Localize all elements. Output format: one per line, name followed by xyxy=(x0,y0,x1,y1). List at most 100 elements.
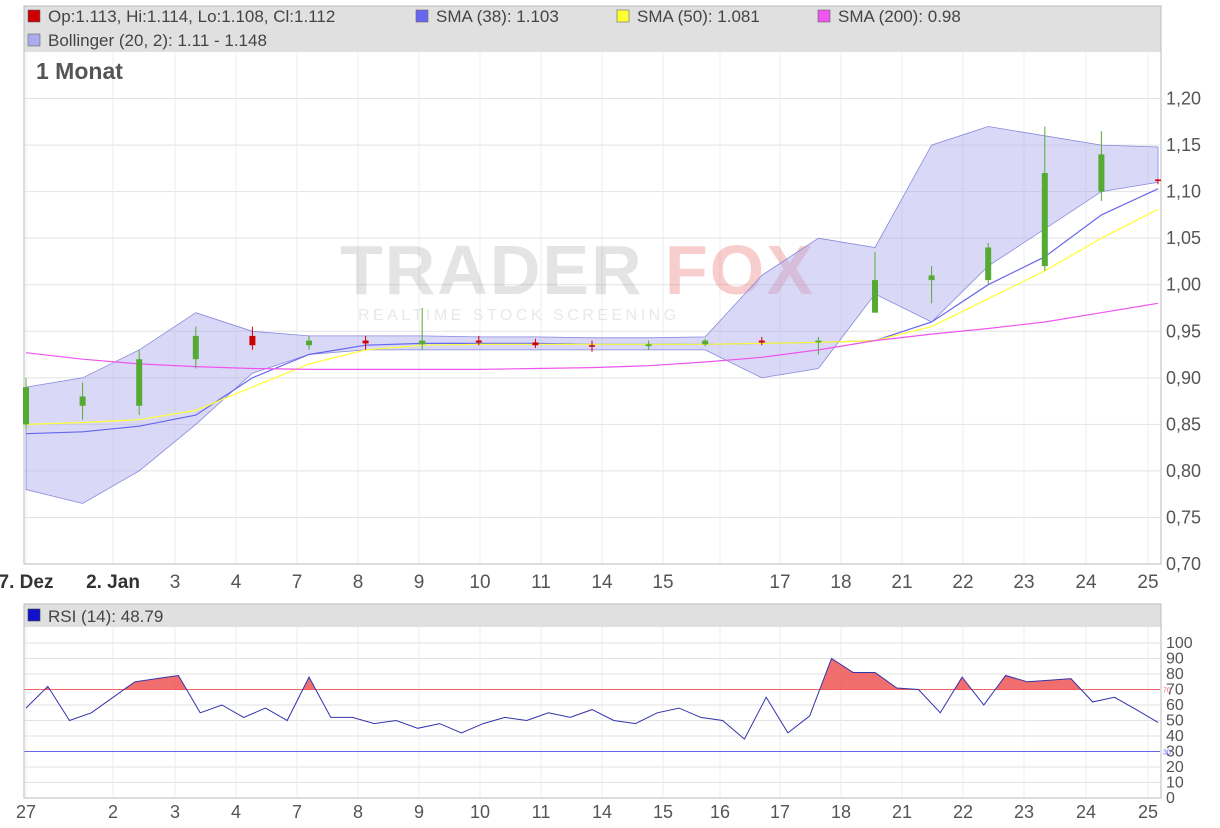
sma38-legend-text: SMA (38): 1.103 xyxy=(436,7,559,26)
date-tick-label: 7. Dez xyxy=(0,572,53,593)
date-tick-label: 11 xyxy=(531,572,551,593)
candle-body xyxy=(306,340,312,346)
price-tick-label: 1,15 xyxy=(1166,135,1201,155)
date-tick-label: 17 xyxy=(769,572,790,593)
sma38-legend-swatch xyxy=(415,9,429,23)
rsi-date-tick-label: 4 xyxy=(231,802,241,822)
candle-body xyxy=(985,247,992,281)
candle-body xyxy=(532,342,539,346)
rsi-tick-label: 50 xyxy=(1166,713,1184,730)
rsi-date-tick-label: 9 xyxy=(414,802,424,822)
candle-body xyxy=(23,387,29,425)
candle-body xyxy=(419,340,426,345)
rsi-date-tick-label: 16 xyxy=(710,802,730,822)
price-tick-label: 1,05 xyxy=(1166,228,1201,248)
candle-body xyxy=(475,340,482,343)
date-tick-label: 24 xyxy=(1075,572,1097,593)
candle-body xyxy=(136,359,143,406)
rsi-tick-label: 0 xyxy=(1166,790,1175,807)
rsi-tick-label: 10 xyxy=(1166,775,1184,792)
rsi-panel: RSI (14): 48.79 010203040506070809010070… xyxy=(16,603,1193,822)
rsi-axis: 01020304050607080901007030 xyxy=(1163,635,1193,807)
date-tick-label: 22 xyxy=(952,572,973,593)
candle-body xyxy=(702,340,709,345)
candle-body xyxy=(192,335,199,360)
rsi-date-tick-label: 15 xyxy=(653,802,673,822)
watermark-tagline: REALTIME STOCK SCREENING xyxy=(358,307,680,324)
date-tick-label: 18 xyxy=(830,572,851,593)
date-tick-label: 10 xyxy=(469,572,490,593)
ohlc-legend-swatch xyxy=(27,9,41,23)
candle-body xyxy=(79,396,86,406)
price-tick-label: 0,90 xyxy=(1166,368,1201,388)
rsi-tick-label: 20 xyxy=(1166,759,1184,776)
sma50-legend-text: SMA (50): 1.081 xyxy=(637,7,760,26)
rsi-date-tick-label: 10 xyxy=(470,802,490,822)
rsi-date-tick-label: 18 xyxy=(831,802,851,822)
date-tick-label: 25 xyxy=(1137,572,1158,593)
rsi-date-tick-label: 21 xyxy=(892,802,912,822)
price-tick-label: 0,95 xyxy=(1166,321,1201,341)
price-tick-label: 1,20 xyxy=(1166,89,1201,109)
candle-body xyxy=(249,335,256,346)
candle-body xyxy=(589,345,595,347)
rsi-date-tick-label: 27 xyxy=(16,802,36,822)
date-tick-label: 21 xyxy=(891,572,912,593)
rsi-plot-border xyxy=(23,603,1162,799)
price-tick-label: 0,85 xyxy=(1166,414,1201,434)
date-tick-label: 4 xyxy=(231,572,242,593)
rsi-grid xyxy=(24,627,1160,799)
candle-body xyxy=(645,344,652,347)
rsi-tick-label: 60 xyxy=(1166,697,1184,714)
rsi-legend-background xyxy=(24,604,1161,627)
sma200-legend-text: SMA (200): 0.98 xyxy=(838,7,961,26)
rsi-date-tick-label: 2 xyxy=(108,802,118,822)
rsi-date-tick-label: 24 xyxy=(1076,802,1096,822)
rsi-line xyxy=(25,657,1159,740)
date-tick-label: 9 xyxy=(414,572,425,593)
candle-body xyxy=(815,340,822,343)
date-axis-main: 7. Dez 2. Jan 3 4 7 8 9 10 11 14 15 17 18 21 22 23 24 25 xyxy=(0,572,1159,593)
candle-body xyxy=(362,340,369,344)
price-tick-label: 1,10 xyxy=(1166,182,1201,202)
rsi-tick-label: 90 xyxy=(1166,651,1184,668)
main-panel: Op:1.113, Hi:1.114, Lo:1.108, Cl:1.112 S… xyxy=(0,5,1201,593)
candle-body xyxy=(872,280,878,313)
rsi-date-tick-label: 11 xyxy=(532,802,551,822)
candle-body xyxy=(928,275,935,281)
rsi-date-tick-label: 17 xyxy=(770,802,790,822)
ohlc-legend-text: Op:1.113, Hi:1.114, Lo:1.108, Cl:1.112 xyxy=(48,7,335,26)
date-tick-label: 23 xyxy=(1013,572,1034,593)
price-tick-label: 1,00 xyxy=(1166,275,1201,295)
rsi-series-line xyxy=(25,657,1159,740)
sma200-legend-swatch xyxy=(817,9,831,23)
period-label: 1 Monat xyxy=(36,58,123,84)
rsi-tick-label: 40 xyxy=(1166,728,1184,745)
date-tick-label: 3 xyxy=(170,572,181,593)
date-axis-rsi: 27 2 3 4 7 8 9 10 11 14 15 16 17 18 21 22 23 24 25 xyxy=(16,802,1158,822)
rsi-date-tick-label: 3 xyxy=(170,802,180,822)
rsi-date-tick-label: 25 xyxy=(1138,802,1158,822)
date-tick-label: 14 xyxy=(591,572,613,593)
date-tick-label: 7 xyxy=(292,572,303,593)
rsi-tick-label: 100 xyxy=(1166,635,1193,652)
rsi-date-tick-label: 14 xyxy=(592,802,612,822)
date-tick-label: 15 xyxy=(652,572,673,593)
rsi-tick-label: 80 xyxy=(1166,666,1184,683)
sma50-legend-swatch xyxy=(616,9,630,23)
rsi-date-tick-label: 8 xyxy=(353,802,363,822)
watermark-brand-left: TRADER xyxy=(340,231,644,309)
rsi-date-tick-label: 7 xyxy=(292,802,302,822)
date-tick-label: 2. Jan xyxy=(86,572,140,593)
price-tick-label: 0,80 xyxy=(1166,461,1201,481)
rsi-date-tick-label: 23 xyxy=(1014,802,1034,822)
candle-body xyxy=(758,340,765,343)
rsi-70-marker: 70 xyxy=(1163,688,1171,695)
bollinger-legend-text: Bollinger (20, 2): 1.11 - 1.148 xyxy=(48,31,267,50)
price-axis: 0,70 0,75 0,80 0,85 0,90 0,95 1,00 1,05 1,10 1,15… xyxy=(1166,89,1201,574)
bollinger-legend-swatch xyxy=(27,33,41,47)
price-tick-label: 0,70 xyxy=(1166,554,1201,574)
price-tick-label: 0,75 xyxy=(1166,507,1201,527)
rsi-legend-text: RSI (14): 48.79 xyxy=(48,607,163,626)
date-tick-label: 8 xyxy=(353,572,364,593)
